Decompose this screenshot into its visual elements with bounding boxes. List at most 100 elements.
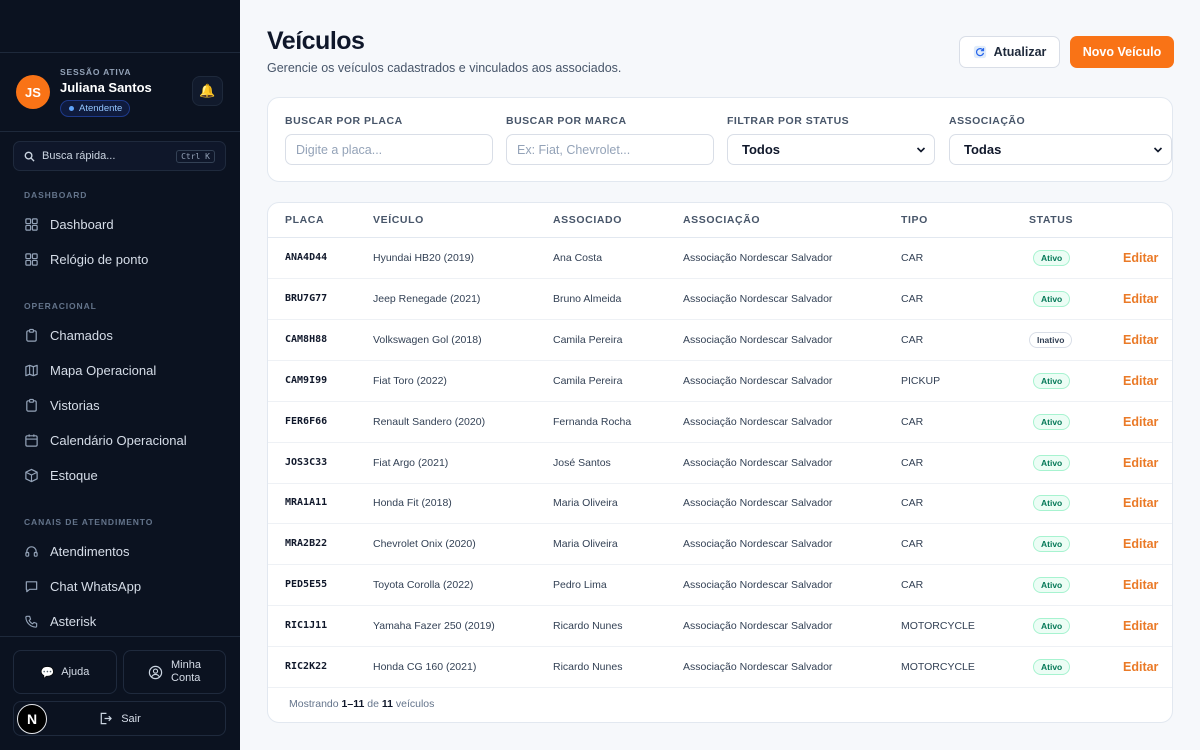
status-badge: Ativo: [1033, 618, 1071, 635]
association-filter-label: ASSOCIAÇÃO: [949, 115, 1026, 127]
cell-member: Ricardo Nunes: [553, 620, 623, 633]
footer-range: 1–11: [341, 698, 365, 710]
search-icon: [24, 151, 35, 162]
divider: [0, 131, 240, 132]
table-row[interactable]: BRU7G77 Jeep Renegade (2021) Bruno Almeida…: [268, 279, 1172, 320]
table-row[interactable]: MRA1A11 Honda Fit (2018) Maria Oliveira Ass…: [268, 483, 1172, 525]
table-row[interactable]: FER6F66 Renault Sandero (2020) Fernanda Ro…: [268, 402, 1172, 443]
edit-link[interactable]: Editar: [1123, 496, 1158, 510]
sidebar-item-chat-whatsapp[interactable]: Chat WhatsApp: [14, 571, 226, 601]
new-vehicle-button[interactable]: Novo Veículo: [1070, 36, 1174, 68]
sidebar-item-label: Calendário Operacional: [50, 432, 187, 448]
clipboard-icon: [26, 328, 37, 342]
refresh-button[interactable]: Atualizar: [959, 36, 1060, 68]
cell-vehicle: Fiat Argo (2021): [373, 456, 449, 469]
sidebar-item-mapa-operacional[interactable]: Mapa Operacional: [14, 355, 226, 385]
edit-link[interactable]: Editar: [1123, 456, 1158, 470]
user-circle-icon: [148, 665, 163, 679]
column-header-tipo[interactable]: TIPO: [901, 214, 928, 226]
cell-member: José Santos: [553, 456, 611, 469]
brand-logo: N: [17, 704, 47, 734]
chevron-down-icon: [1153, 147, 1163, 153]
table-row[interactable]: RIC1J11 Yamaha Fazer 250 (2019) Ricardo Nu…: [268, 606, 1172, 648]
cell-vehicle: Hyundai HB20 (2019): [373, 252, 474, 264]
edit-link[interactable]: Editar: [1123, 292, 1158, 306]
vehicles-table: PLACA VEÍCULO ASSOCIADO ASSOCIAÇÃO TIPO …: [267, 202, 1173, 723]
sidebar-item-label: Mapa Operacional: [50, 362, 157, 378]
table-row[interactable]: JOS3C33 Fiat Argo (2021) José Santos Associ…: [268, 443, 1172, 484]
cell-type: CAR: [901, 252, 924, 264]
table-row[interactable]: MRA2B22 Chevrolet Onix (2020) Maria Olivei…: [268, 524, 1172, 566]
sidebar-item-chamados[interactable]: Chamados: [14, 320, 226, 350]
cell-member: Maria Oliveira: [553, 497, 618, 510]
sidebar-item-estoque[interactable]: Estoque: [14, 460, 226, 490]
plate-search-input[interactable]: [285, 134, 493, 165]
grid-icon: [25, 217, 38, 231]
cell-association: Associação Nordescar Salvador: [683, 620, 833, 633]
box-icon: [25, 468, 38, 482]
sidebar-item-atendimentos[interactable]: Atendimentos: [14, 536, 226, 566]
association-select-value: Todas: [964, 142, 1002, 157]
chat-bubble-icon: 💬: [40, 666, 55, 679]
sidebar-item-vistorias[interactable]: Vistorias: [14, 390, 226, 420]
user-panel: JS SESSÃO ATIVA Juliana Santos Atendente…: [16, 66, 224, 118]
association-select[interactable]: Todas: [949, 134, 1172, 165]
cell-plate: MRA1A11: [285, 497, 328, 509]
logout-icon: [100, 712, 112, 725]
column-header-status[interactable]: STATUS: [1029, 214, 1073, 226]
cell-member: Fernanda Rocha: [553, 415, 632, 428]
table-row[interactable]: PED5E55 Toyota Corolla (2022) Pedro Lima As…: [268, 565, 1172, 607]
edit-link[interactable]: Editar: [1123, 251, 1158, 265]
cell-type: CAR: [901, 497, 924, 510]
cell-plate: JOS3C33: [285, 456, 328, 468]
sidebar-item-asterisk[interactable]: Asterisk: [14, 606, 226, 636]
sidebar-item-label: Chamados: [50, 327, 113, 343]
logout-label: Sair: [121, 712, 141, 725]
column-header-veiculo[interactable]: VEÍCULO: [373, 214, 424, 226]
table-row[interactable]: ANA4D44 Hyundai HB20 (2019) Ana Costa Assoc…: [268, 238, 1172, 279]
status-badge: Inativo: [1029, 331, 1073, 348]
cell-type: CAR: [901, 415, 924, 428]
cell-plate: BRU7G77: [285, 292, 328, 304]
cell-association: Associação Nordescar Salvador: [683, 415, 833, 428]
sidebar-item-label: Atendimentos: [50, 543, 130, 559]
help-button[interactable]: 💬 Ajuda: [13, 650, 117, 694]
status-badge: Ativo: [1033, 495, 1071, 512]
cell-vehicle: Chevrolet Onix (2020): [373, 538, 476, 551]
cell-association: Associação Nordescar Salvador: [683, 497, 833, 510]
table-footer: Mostrando 1–11 de 11 veículos: [289, 698, 434, 710]
edit-link[interactable]: Editar: [1123, 374, 1158, 388]
status-select[interactable]: Todos: [727, 134, 935, 165]
sidebar-item-time-clock[interactable]: Relógio de ponto: [14, 244, 226, 274]
cell-vehicle: Jeep Renegade (2021): [373, 292, 481, 305]
user-name: Juliana Santos: [60, 80, 152, 95]
refresh-label: Atualizar: [993, 45, 1047, 59]
table-row[interactable]: CAM9I99 Fiat Toro (2022) Camila Pereira Ass…: [268, 361, 1172, 402]
role-label: Atendente: [79, 103, 123, 114]
edit-link[interactable]: Editar: [1123, 660, 1158, 674]
section-title-dashboard: DASHBOARD: [24, 190, 88, 200]
cell-member: Pedro Lima: [553, 579, 607, 592]
column-header-placa[interactable]: PLACA: [285, 214, 324, 226]
sidebar-item-label: Relógio de ponto: [50, 251, 149, 267]
table-row[interactable]: CAM8H88 Volkswagen Gol (2018) Camila Perei…: [268, 320, 1172, 361]
edit-link[interactable]: Editar: [1123, 537, 1158, 551]
notifications-button[interactable]: 🔔: [192, 76, 223, 106]
brand-search-input[interactable]: [506, 134, 714, 165]
edit-link[interactable]: Editar: [1123, 333, 1158, 347]
column-header-associado[interactable]: ASSOCIADO: [553, 214, 622, 226]
edit-link[interactable]: Editar: [1123, 619, 1158, 633]
my-account-button[interactable]: Minha Conta: [123, 650, 226, 694]
table-row[interactable]: RIC2K22 Honda CG 160 (2021) Ricardo Nunes A…: [268, 647, 1172, 688]
column-header-associacao[interactable]: ASSOCIAÇÃO: [683, 214, 760, 226]
edit-link[interactable]: Editar: [1123, 415, 1158, 429]
sidebar-item-dashboard[interactable]: Dashboard: [14, 209, 226, 239]
grid-icon: [25, 252, 38, 266]
cell-type: CAR: [901, 456, 924, 469]
quick-search-button[interactable]: Busca rápida... Ctrl K: [13, 141, 226, 171]
bell-icon: 🔔: [199, 83, 216, 98]
sidebar-item-calendario-operacional[interactable]: Calendário Operacional: [14, 425, 226, 455]
avatar[interactable]: JS: [16, 75, 50, 109]
sidebar-item-label: Chat WhatsApp: [50, 578, 142, 594]
edit-link[interactable]: Editar: [1123, 578, 1158, 592]
